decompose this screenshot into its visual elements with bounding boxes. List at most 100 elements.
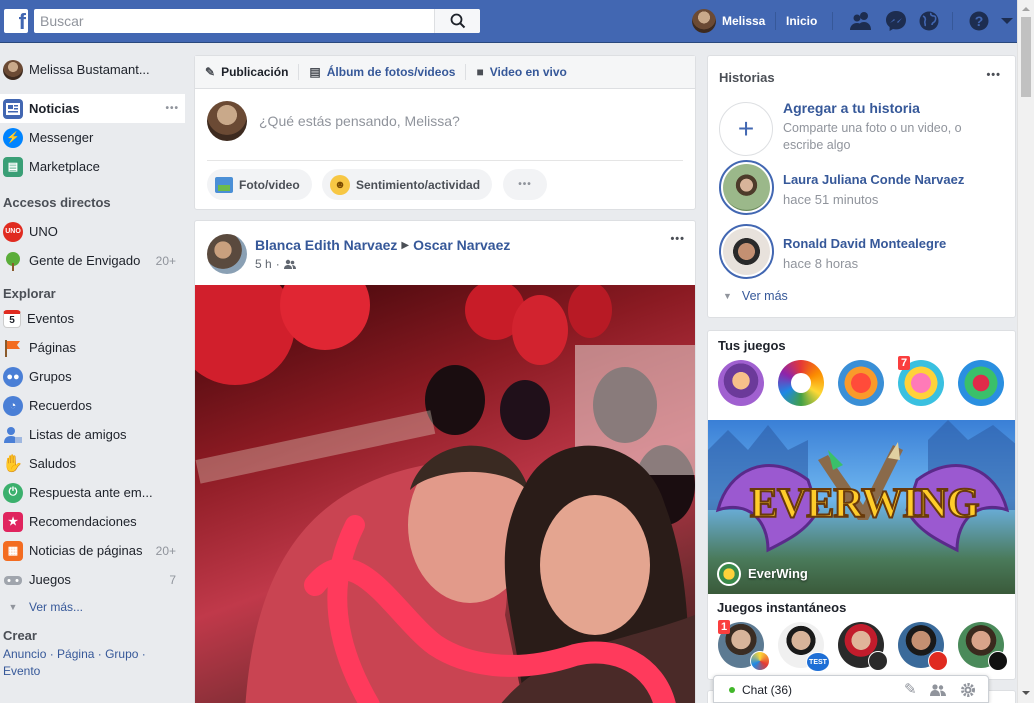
game-icon-adventure[interactable]: [718, 360, 764, 406]
sidebar-item-label: Marketplace: [29, 159, 100, 174]
calendar-icon: 5: [3, 309, 21, 328]
post-target-name[interactable]: Oscar Narvaez: [413, 237, 510, 253]
sidebar-item-pages[interactable]: Páginas: [0, 333, 185, 362]
stories-see-more[interactable]: ▼ Ver más: [723, 289, 788, 303]
account-menu-chevron-icon[interactable]: [995, 10, 1019, 32]
test-badge: TEST: [806, 652, 830, 672]
status-input[interactable]: ¿Qué estás pensando, Melissa?: [259, 113, 460, 129]
sidebar-item-friend-lists[interactable]: Listas de amigos: [0, 420, 185, 449]
add-story-item[interactable]: + Agregar a tu historia Comparte una fot…: [719, 100, 1009, 156]
create-event-link[interactable]: Evento: [3, 664, 40, 678]
game-notification-badge: 7: [898, 356, 911, 370]
game-icon-candy[interactable]: [838, 360, 884, 406]
uno-badge-icon: [928, 651, 948, 671]
sidebar-item-label: Eventos: [27, 311, 74, 326]
story-item[interactable]: Laura Juliana Conde Narvaez hace 51 minu…: [719, 160, 1009, 216]
chat-bar[interactable]: Chat (36) ✎: [713, 675, 989, 703]
sidebar-item-events[interactable]: 5 Eventos: [0, 304, 185, 333]
sidebar-item-crisis-response[interactable]: ⏻ Respuesta ante em...: [0, 478, 185, 507]
sidebar-item-gente-de-envigado[interactable]: Gente de Envigado 20+: [0, 246, 185, 275]
create-page-link[interactable]: Página: [57, 647, 94, 661]
news-feed-options-button[interactable]: •••: [165, 103, 179, 114]
sidebar-item-label: Recomendaciones: [29, 514, 137, 529]
sidebar-item-messenger[interactable]: ⚡ Messenger: [0, 123, 185, 152]
game-icon-hearts[interactable]: [958, 360, 1004, 406]
sidebar-item-marketplace[interactable]: ▤ Marketplace: [0, 152, 185, 181]
separator-dot: ·: [275, 257, 280, 271]
more-options-button[interactable]: •••: [503, 169, 547, 200]
create-ad-link[interactable]: Anuncio: [3, 647, 46, 661]
sidebar-item-games[interactable]: Juegos 7: [0, 565, 185, 594]
wave-hand-icon: ✋: [2, 453, 24, 473]
everwing-banner[interactable]: EVERWING EverWing: [708, 420, 1015, 594]
sidebar-item-label: Grupos: [29, 369, 72, 384]
create-group-link[interactable]: Grupo: [105, 647, 138, 661]
home-link[interactable]: Inicio: [786, 14, 817, 28]
group-chat-icon[interactable]: [930, 683, 946, 697]
scroll-down-arrow-icon[interactable]: [1018, 686, 1034, 700]
online-status-dot: [729, 687, 735, 693]
sidebar-item-groups[interactable]: ●● Grupos: [0, 362, 185, 391]
create-links: Anuncio · Página · Grupo · Evento: [3, 647, 146, 678]
friend-requests-icon[interactable]: [849, 10, 873, 32]
tab-photo-album[interactable]: ▤ Álbum de fotos/videos: [309, 65, 465, 79]
sidebar-item-label: Respuesta ante em...: [29, 485, 153, 500]
groups-icon: ●●: [3, 366, 23, 387]
post-author-name[interactable]: Blanca Edith Narvaez: [255, 237, 397, 253]
sidebar-item-news-feed[interactable]: Noticias •••: [0, 94, 185, 123]
messenger-icon[interactable]: [884, 10, 908, 32]
post-timestamp[interactable]: 5 h: [255, 257, 272, 271]
pages-feed-icon: ▦: [3, 540, 23, 561]
avatar: [692, 9, 716, 33]
party-photo-illustration: [195, 285, 695, 703]
new-message-icon[interactable]: ✎: [904, 680, 917, 698]
scroll-up-arrow-icon[interactable]: [1018, 2, 1034, 16]
feeling-activity-button[interactable]: ☻ Sentimiento/actividad: [322, 169, 493, 200]
notifications-globe-icon[interactable]: [917, 10, 941, 32]
sidebar-item-label: Páginas: [29, 340, 76, 355]
sidebar-item-memories[interactable]: ◔ Recuerdos: [0, 391, 185, 420]
add-story-title: Agregar a tu historia: [783, 100, 920, 116]
sidebar-item-count: 20+: [155, 253, 176, 268]
post-photo[interactable]: [195, 285, 695, 703]
news-feed-icon: [3, 98, 23, 119]
page-scrollbar[interactable]: [1017, 0, 1034, 703]
profile-link[interactable]: Melissa: [692, 9, 765, 33]
game-icon-rainbow[interactable]: [778, 360, 824, 406]
chevron-down-icon: ▼: [8, 602, 18, 612]
tab-publication[interactable]: ✎ Publicación: [205, 65, 298, 79]
post-options-button[interactable]: •••: [670, 233, 685, 245]
sidebar-profile[interactable]: Melissa Bustamant...: [0, 55, 185, 84]
stories-title: Historias: [719, 70, 775, 85]
sidebar-item-recommendations[interactable]: ★ Recomendaciones: [0, 507, 185, 536]
search-button[interactable]: [434, 9, 480, 33]
scrollbar-thumb[interactable]: [1021, 17, 1031, 97]
sidebar-item-label: Noticias: [29, 101, 80, 116]
marketplace-icon: ▤: [3, 156, 23, 177]
facebook-logo[interactable]: f: [4, 9, 28, 34]
sidebar-item-pages-feed[interactable]: ▦ Noticias de páginas 20+: [0, 536, 185, 565]
photo-video-button[interactable]: Foto/video: [207, 169, 312, 200]
sidebar-item-uno[interactable]: UNO UNO: [0, 217, 185, 246]
help-icon[interactable]: ?: [967, 10, 991, 32]
stories-options-button[interactable]: •••: [986, 69, 1001, 81]
sidebar-item-label: Noticias de páginas: [29, 543, 143, 558]
story-item[interactable]: Ronald David Montealegre hace 8 horas: [719, 224, 1009, 280]
sidebar-item-pokes[interactable]: ✋ Saludos: [0, 449, 185, 478]
story-thumbnail: [719, 160, 774, 215]
chevron-down-icon: ▼: [723, 291, 732, 301]
game-badge-icon: [750, 651, 770, 671]
search-icon: [450, 13, 466, 29]
search-input[interactable]: [34, 9, 432, 33]
explore-heading: Explorar: [3, 285, 56, 301]
sidebar-item-label: Recuerdos: [29, 398, 92, 413]
see-more-link[interactable]: ▼ Ver más...: [0, 594, 185, 620]
sidebar-item-label: UNO: [29, 224, 58, 239]
add-story-button[interactable]: +: [719, 102, 773, 156]
chat-settings-gear-icon[interactable]: [960, 682, 976, 698]
album-icon: ▤: [309, 65, 321, 79]
tab-live-video[interactable]: ■ Video en vivo: [476, 65, 576, 79]
shortcuts-heading: Accesos directos: [3, 195, 111, 210]
feed-post: Blanca Edith Narvaez ▶ Oscar Narvaez 5 h…: [194, 220, 696, 703]
post-author-avatar[interactable]: [207, 234, 247, 274]
